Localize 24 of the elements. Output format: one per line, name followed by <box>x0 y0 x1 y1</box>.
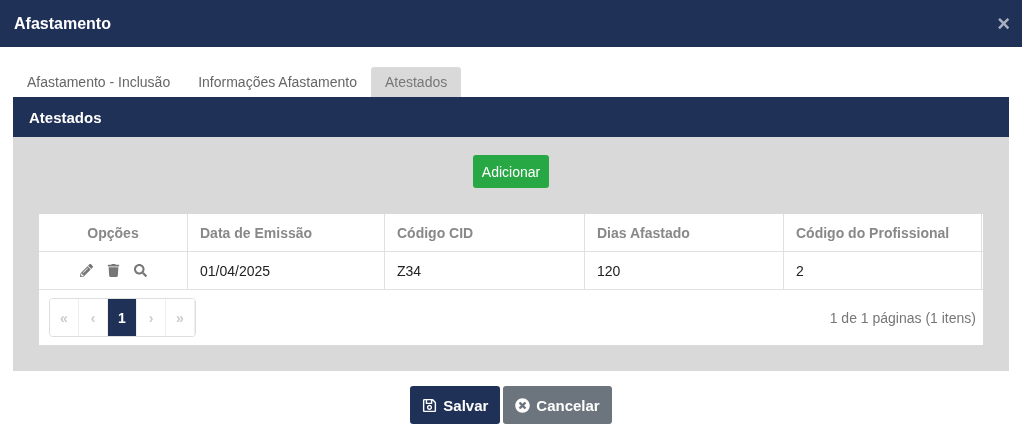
tab[interactable]: Informações Afastamento <box>184 67 371 97</box>
column-header: Opções <box>39 214 188 251</box>
add-button[interactable]: Adicionar <box>472 155 550 188</box>
window-title: Afastamento <box>14 14 111 33</box>
close-icon <box>515 397 531 413</box>
panel-header: Atestados <box>13 97 1009 137</box>
tab[interactable]: Afastamento - Inclusão <box>13 67 185 97</box>
pencil-icon[interactable] <box>79 264 93 277</box>
cancel-button[interactable]: Cancelar <box>503 386 612 424</box>
table-cell: 2 <box>784 252 982 289</box>
save-button[interactable]: Salvar <box>410 386 501 424</box>
tab[interactable]: Atestados <box>370 67 462 97</box>
column-header: Código do Profissional <box>784 214 982 251</box>
page-summary: 1 de 1 páginas (1 itens) <box>829 309 976 326</box>
page-button[interactable]: 1 <box>108 299 137 336</box>
close-button[interactable]: × <box>993 10 1014 37</box>
column-header: Dias Afastado <box>585 214 784 251</box>
search-icon[interactable] <box>133 264 147 277</box>
table-cell: 01/04/2025 <box>188 252 385 289</box>
table-cell: Z34 <box>385 252 585 289</box>
table-cell: 120 <box>585 252 784 289</box>
column-header: Código CID <box>385 214 585 251</box>
trash-icon[interactable] <box>106 264 120 277</box>
column-header: Data de Emissão <box>188 214 385 251</box>
